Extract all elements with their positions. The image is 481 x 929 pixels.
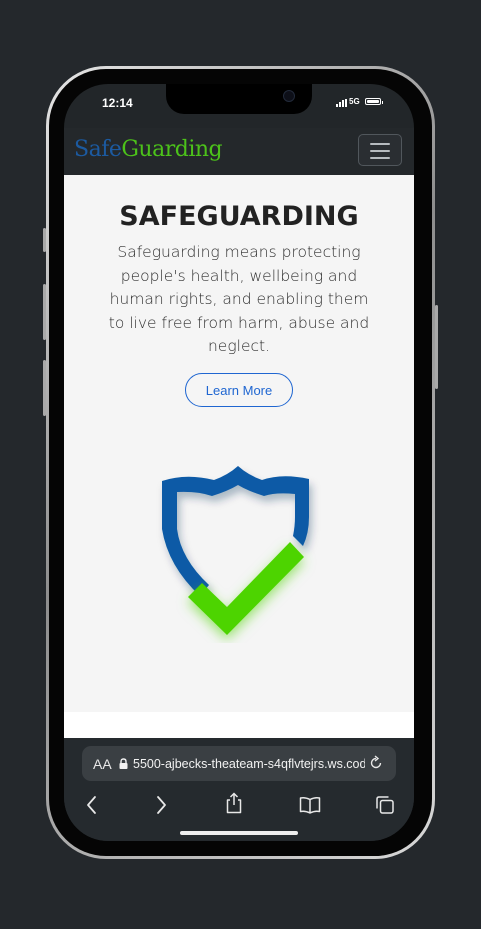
battery-icon xyxy=(365,98,383,105)
camera-icon xyxy=(283,90,295,102)
signal-icon xyxy=(336,99,347,107)
share-icon[interactable] xyxy=(224,792,244,814)
url-bar[interactable]: AA 5500-ajbecks-theateam-s4qflvtejrs.ws.… xyxy=(82,746,396,781)
bookmarks-icon[interactable] xyxy=(299,796,321,814)
shield-check-icon xyxy=(162,466,309,635)
navbar: SafeGuarding xyxy=(64,128,414,175)
brand-text-safe: Safe xyxy=(74,137,122,162)
hero-title: SAFEGUARDING xyxy=(119,201,359,232)
brand-text-guarding: Guarding xyxy=(121,137,223,162)
status-time: 12:14 xyxy=(102,96,133,110)
hamburger-icon xyxy=(370,143,390,145)
hamburger-icon-mid xyxy=(370,150,390,152)
notch xyxy=(166,84,312,114)
lock-icon xyxy=(119,758,128,769)
network-label: 5G xyxy=(349,97,360,106)
url-text: 5500-ajbecks-theateam-s4qflvtejrs.ws.cod… xyxy=(133,757,365,771)
forward-icon[interactable] xyxy=(153,795,169,815)
hamburger-icon-bottom xyxy=(370,157,390,159)
screen: 12:14 5G SafeGuarding SAFEGUARDING Safeg… xyxy=(64,84,414,841)
content-divider xyxy=(64,712,414,738)
back-icon[interactable] xyxy=(84,795,100,815)
reload-icon[interactable] xyxy=(368,755,384,771)
silent-switch xyxy=(43,228,46,252)
power-button xyxy=(435,305,438,389)
volume-down-button xyxy=(43,360,46,416)
hero-description: Safeguarding means protecting people's h… xyxy=(108,243,370,355)
menu-toggle-button[interactable] xyxy=(358,134,402,166)
shield-outline xyxy=(162,466,309,596)
hero-section: SAFEGUARDING Safeguarding means protecti… xyxy=(64,175,414,712)
learn-more-button[interactable]: Learn More xyxy=(185,373,293,407)
reader-aa-button[interactable]: AA xyxy=(93,756,112,772)
brand-logo[interactable]: SafeGuarding xyxy=(74,137,223,162)
home-indicator xyxy=(180,831,298,835)
tabs-icon[interactable] xyxy=(375,795,395,815)
volume-up-button xyxy=(43,284,46,340)
check-mark xyxy=(188,542,304,635)
browser-toolbar: AA 5500-ajbecks-theateam-s4qflvtejrs.ws.… xyxy=(64,738,414,841)
status-bar: 12:14 5G xyxy=(64,84,414,128)
